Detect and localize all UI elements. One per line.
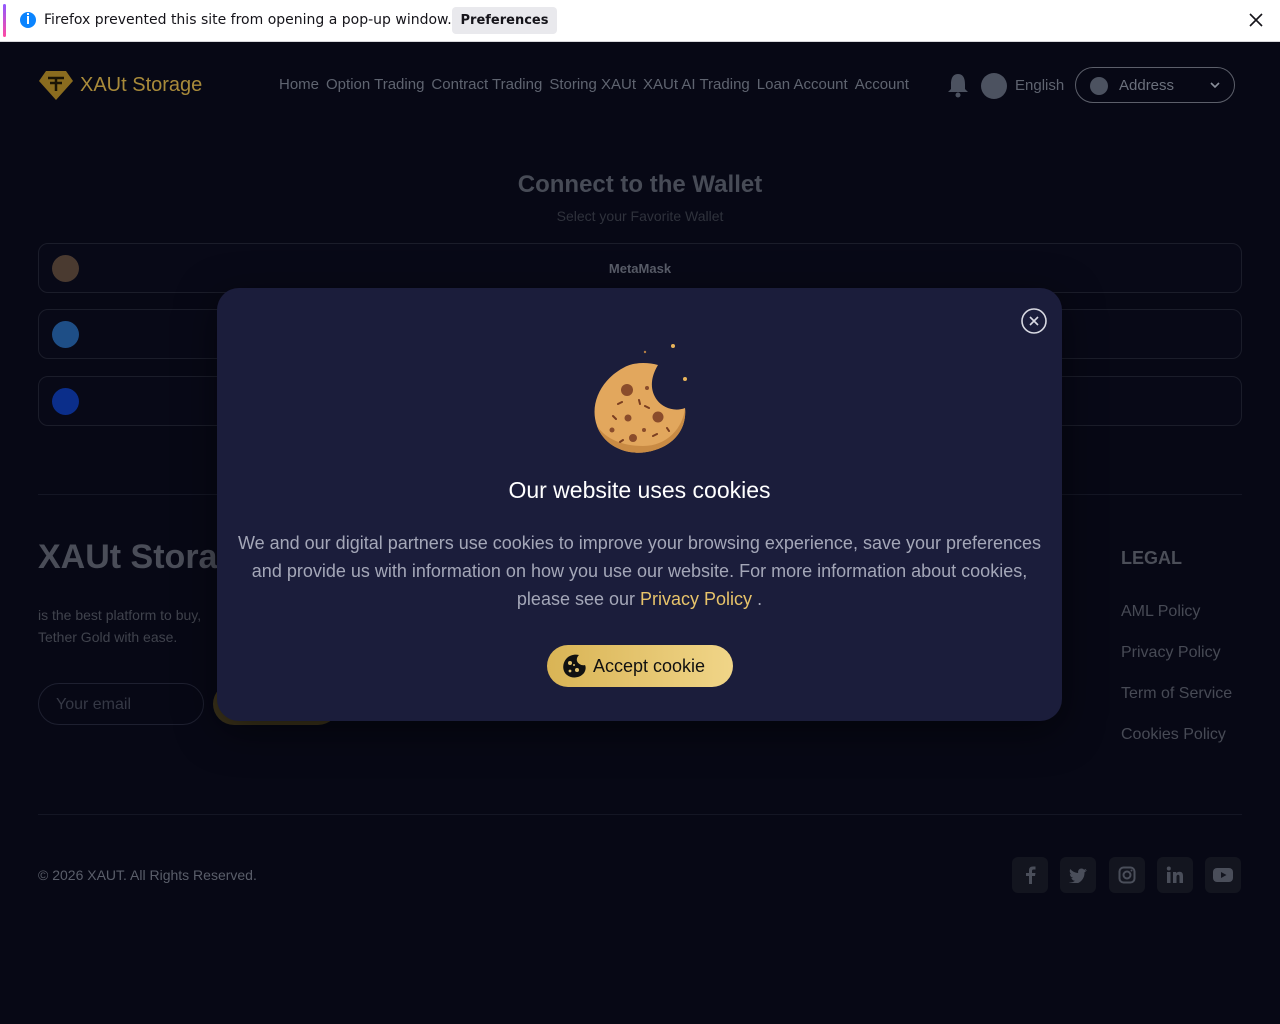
preferences-button[interactable]: Preferences: [452, 7, 557, 34]
close-icon[interactable]: [1246, 10, 1266, 30]
wallet-option-metamask[interactable]: MetaMask: [38, 243, 1242, 293]
globe-icon[interactable]: [981, 73, 1007, 99]
nav-loan-account[interactable]: Loan Account: [757, 76, 848, 93]
instagram-icon[interactable]: [1109, 857, 1145, 893]
footer-divider-bottom: [38, 814, 1242, 815]
link-term-of-service[interactable]: Term of Service: [1121, 685, 1232, 703]
link-aml-policy[interactable]: AML Policy: [1121, 603, 1200, 621]
accept-cookie-button[interactable]: Accept cookie: [547, 645, 733, 687]
address-label: Address: [1119, 77, 1175, 94]
info-icon: [20, 12, 36, 28]
footer-description: is the best platform to buy, Tether Gold…: [38, 607, 202, 645]
close-icon[interactable]: [1020, 307, 1048, 335]
cookie-icon: [563, 654, 586, 678]
footer-brand: XAUt Storag: [38, 538, 239, 576]
chevron-down-icon: [1210, 82, 1220, 89]
nav-home[interactable]: Home: [279, 76, 319, 93]
cookie-modal-text-end: .: [752, 589, 763, 609]
email-input[interactable]: Your email: [38, 683, 204, 725]
connect-wallet-subtitle: Select your Favorite Wallet: [556, 208, 724, 224]
privacy-policy-link[interactable]: Privacy Policy: [640, 589, 752, 609]
connect-wallet-title: Connect to the Wallet: [517, 171, 763, 198]
main-nav: Home Option Trading Contract Trading Sto…: [279, 76, 909, 93]
cookie-icon: [594, 344, 687, 453]
copyright: © 2026 XAUT. All Rights Reserved.: [38, 867, 257, 883]
brand-name[interactable]: XAUt Storage: [80, 74, 202, 97]
bell-icon[interactable]: [946, 72, 970, 98]
linkedin-icon[interactable]: [1157, 857, 1193, 893]
youtube-icon[interactable]: [1205, 857, 1241, 893]
language-selector[interactable]: English: [1015, 77, 1064, 94]
walletconnect-icon: [52, 321, 79, 348]
facebook-icon[interactable]: [1012, 857, 1048, 893]
nav-contract-trading[interactable]: Contract Trading: [431, 76, 542, 93]
xaut-logo-icon[interactable]: [38, 69, 74, 101]
link-privacy-policy[interactable]: Privacy Policy: [1121, 644, 1221, 662]
nav-storing-xaut[interactable]: Storing XAUt: [549, 76, 636, 93]
coinbase-icon: [52, 388, 79, 415]
nav-xaut-ai-trading[interactable]: XAUt AI Trading: [643, 76, 750, 93]
cookie-consent-modal: Our website uses cookies We and our digi…: [217, 288, 1062, 721]
address-dropdown[interactable]: Address: [1075, 67, 1235, 103]
cookie-modal-text: We and our digital partners use cookies …: [233, 529, 1046, 613]
legal-heading: LEGAL: [1121, 548, 1182, 568]
nav-account[interactable]: Account: [855, 76, 909, 93]
popup-blocked-notification: Firefox prevented this site from opening…: [0, 0, 1280, 42]
wallet-name: MetaMask: [608, 261, 672, 276]
avatar: [1090, 77, 1108, 95]
link-cookies-policy[interactable]: Cookies Policy: [1121, 726, 1226, 744]
nav-option-trading[interactable]: Option Trading: [326, 76, 424, 93]
notification-message: Firefox prevented this site from opening…: [44, 12, 452, 28]
email-placeholder: Your email: [56, 696, 132, 713]
accept-cookie-label: Accept cookie: [593, 655, 706, 676]
twitter-icon[interactable]: [1060, 857, 1096, 893]
cookie-modal-title: Our website uses cookies: [508, 477, 771, 503]
